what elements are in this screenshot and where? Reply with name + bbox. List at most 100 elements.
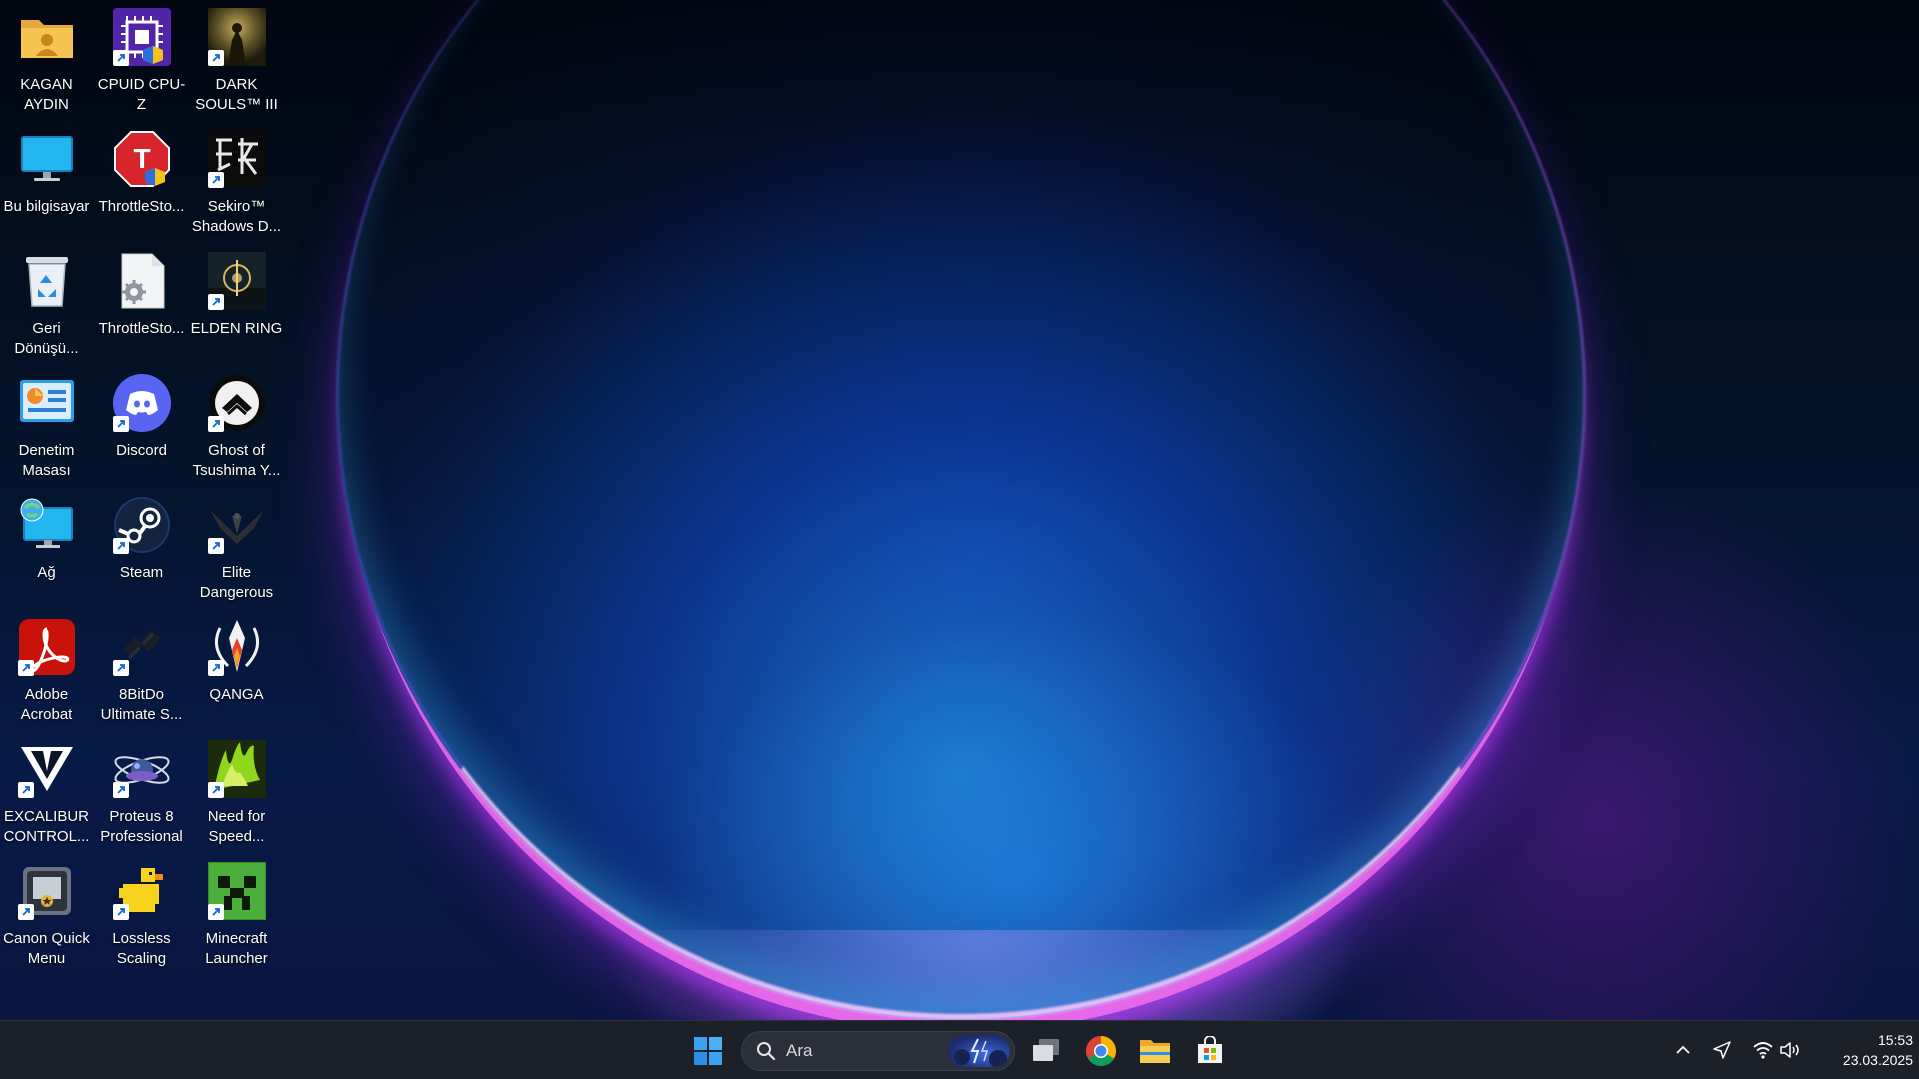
8bitdo-icon (112, 618, 171, 676)
start-icon (694, 1037, 722, 1065)
icon-label: Minecraft Launcher (205, 930, 268, 967)
show-hidden-icons-button[interactable] (1668, 1035, 1698, 1065)
desktop-icon-ghost-of-tsushima[interactable]: Ghost of Tsushima Y... (189, 366, 284, 481)
icon-label: Need for Speed... (207, 808, 266, 845)
shortcut-arrow-icon (17, 904, 34, 920)
shortcut-arrow-icon (207, 294, 224, 310)
clock-date: 23.03.2025 (1842, 1052, 1913, 1068)
desktop-icon-denetim-masasi[interactable]: Denetim Masası (0, 366, 94, 481)
shortcut-arrow-icon (207, 904, 224, 920)
control-panel-icon (18, 374, 76, 432)
steam-icon (112, 496, 171, 554)
file-explorer-button[interactable] (1133, 1029, 1177, 1073)
canon-quick-menu-icon (17, 862, 76, 920)
icon-label: ELDEN RING (190, 320, 283, 337)
desktop-icon-need-for-speed[interactable]: Need for Speed... (189, 732, 284, 847)
icon-label: KAGAN AYDIN (20, 76, 73, 113)
icon-label: EXCALIBUR CONTROL... (3, 808, 90, 845)
desktop-icon-ag[interactable]: Ağ (0, 488, 94, 603)
shortcut-arrow-icon (207, 660, 224, 676)
task-view-button[interactable] (1024, 1029, 1068, 1073)
throttlestop-icon: T (113, 130, 171, 188)
desktop-icon-cpuz[interactable]: CPUID CPU-Z (94, 0, 189, 115)
chrome-icon (1085, 1036, 1117, 1067)
speaker-icon (1780, 1042, 1799, 1058)
adobe-acrobat-icon (17, 618, 76, 676)
icon-label: DARK SOULS™ III (195, 76, 278, 113)
recycle-bin-icon (18, 252, 76, 310)
shortcut-arrow-icon (112, 50, 129, 66)
microsoft-store-button[interactable] (1188, 1029, 1232, 1073)
proteus-icon (112, 740, 171, 798)
network-status-button[interactable] (1748, 1035, 1778, 1065)
volume-button[interactable] (1775, 1035, 1805, 1065)
desktop-icon-bu-bilgisayar[interactable]: Bu bilgisayar (0, 122, 94, 237)
icon-label: Ghost of Tsushima Y... (192, 442, 281, 479)
task-view-icon (1033, 1039, 1059, 1061)
location-indicator[interactable] (1707, 1035, 1737, 1065)
shortcut-arrow-icon (17, 660, 34, 676)
microsoft-store-icon (1198, 1036, 1222, 1063)
desktop-icon-lossless-scaling[interactable]: Lossless Scaling (94, 854, 189, 969)
desktop-icon-sekiro[interactable]: Sekiro™ Shadows D... (189, 122, 284, 237)
icon-label: Elite Dangerous (199, 564, 274, 601)
desktop-icon-excalibur-control[interactable]: EXCALIBUR CONTROL... (0, 732, 94, 847)
shortcut-arrow-icon (207, 782, 224, 798)
clock-time: 15:53 (1877, 1032, 1913, 1048)
shortcut-arrow-icon (207, 172, 224, 188)
desktop-icon-recycle-bin[interactable]: Geri Dönüşü... (0, 244, 94, 359)
desktop-icon-elden-ring[interactable]: ELDEN RING (189, 244, 284, 359)
icon-label: Ağ (37, 564, 56, 581)
search-icon (757, 1042, 776, 1061)
desktop-icon-throttlestop[interactable]: T ThrottleSto... (94, 122, 189, 237)
location-arrow-icon (1713, 1041, 1731, 1059)
taskbar-search[interactable] (741, 1031, 1015, 1071)
search-input[interactable] (784, 1040, 938, 1062)
desktop-icon-8bitdo[interactable]: 8BitDo Ultimate S... (94, 610, 189, 725)
user-folder-icon (18, 8, 76, 66)
cpuz-icon (112, 8, 171, 66)
shortcut-arrow-icon (112, 782, 129, 798)
shortcut-arrow-icon (112, 904, 129, 920)
desktop-wallpaper (0, 0, 1919, 1020)
dark-souls-icon (207, 8, 266, 66)
need-for-speed-icon (207, 740, 266, 798)
start-button[interactable] (686, 1029, 730, 1073)
icon-label: Denetim Masası (18, 442, 75, 479)
icon-label: 8BitDo Ultimate S... (100, 686, 183, 723)
wifi-icon (1753, 1042, 1773, 1059)
icon-label: CPUID CPU-Z (97, 76, 186, 113)
icon-label: Steam (119, 564, 164, 581)
icon-label: QANGA (209, 686, 264, 703)
chrome-button[interactable] (1079, 1029, 1123, 1073)
elite-dangerous-icon (207, 496, 266, 554)
qanga-icon (207, 618, 266, 676)
icon-label: Adobe Acrobat (20, 686, 73, 723)
desktop-icon-dark-souls-3[interactable]: DARK SOULS™ III (189, 0, 284, 115)
taskbar: 15:53 23.03.2025 (0, 1020, 1919, 1079)
discord-icon (112, 374, 171, 432)
shortcut-arrow-icon (207, 50, 224, 66)
desktop-icon-adobe-acrobat[interactable]: Adobe Acrobat (0, 610, 94, 725)
icon-label: Proteus 8 Professional (100, 808, 183, 845)
desktop-icon-elite-dangerous[interactable]: Elite Dangerous (189, 488, 284, 603)
desktop-icon-minecraft-launcher[interactable]: Minecraft Launcher (189, 854, 284, 969)
icon-label: ThrottleSto... (98, 198, 185, 215)
wallpaper-orb-rim (336, 0, 1586, 1020)
desktop-icon-canon-quick-menu[interactable]: Canon Quick Menu (0, 854, 94, 969)
desktop-icon-kagan-aydin[interactable]: KAGAN AYDIN (0, 0, 94, 115)
taskbar-clock[interactable]: 15:53 23.03.2025 (1818, 1030, 1913, 1070)
icon-label: Geri Dönüşü... (14, 320, 79, 357)
file-explorer-icon (1140, 1040, 1170, 1063)
minecraft-icon (207, 862, 266, 920)
icon-label: Bu bilgisayar (3, 198, 90, 215)
icon-label: ThrottleSto... (98, 320, 185, 337)
lossless-scaling-icon (112, 862, 171, 920)
desktop-icon-qanga[interactable]: QANGA (189, 610, 284, 725)
desktop-icon-steam[interactable]: Steam (94, 488, 189, 603)
config-file-icon (113, 252, 171, 310)
desktop-icon-discord[interactable]: Discord (94, 366, 189, 481)
sekiro-icon (207, 130, 266, 188)
desktop-icon-throttlestop-config[interactable]: ThrottleSto... (94, 244, 189, 359)
desktop-icon-proteus[interactable]: Proteus 8 Professional (94, 732, 189, 847)
